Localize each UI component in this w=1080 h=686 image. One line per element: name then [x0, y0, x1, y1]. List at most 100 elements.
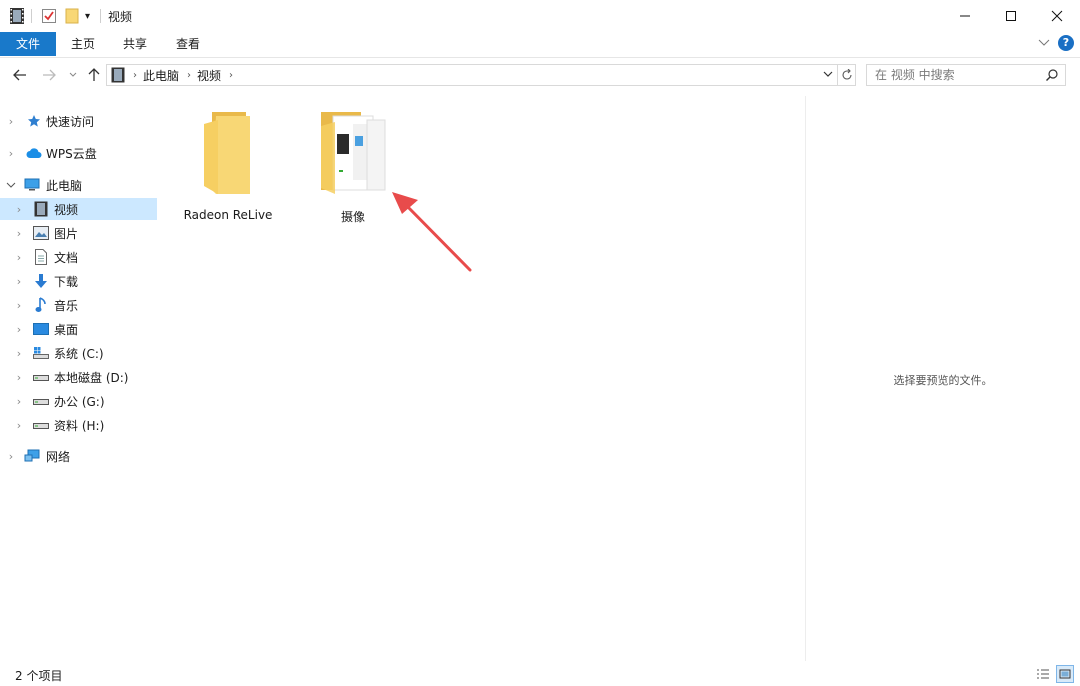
nav-item-label: 本地磁盘 (D:) [54, 370, 129, 385]
new-folder-icon[interactable] [64, 7, 80, 25]
tab-file[interactable]: 文件 [0, 32, 56, 56]
drive-icon [33, 369, 49, 385]
breadcrumb-videos[interactable]: 视频 [197, 67, 221, 84]
folder-item-camera[interactable]: 摄像 [293, 104, 413, 224]
nav-item-label: 系统 (C:) [54, 346, 104, 361]
nav-item-label: 此电脑 [46, 178, 83, 193]
customize-toolbar-chevron-icon[interactable]: ▾ [85, 7, 90, 25]
nav-item-pictures[interactable]: › 图片 [0, 222, 157, 244]
nav-item-label: 视频 [54, 202, 79, 217]
breadcrumb-separator-icon[interactable]: › [187, 70, 191, 81]
expand-chevron-icon[interactable]: › [6, 445, 16, 467]
nav-item-label: WPS云盘 [46, 146, 97, 161]
file-name: 摄像 [340, 210, 365, 224]
window-title: 视频 [108, 10, 133, 24]
refresh-icon [841, 69, 852, 80]
nav-item-drive-h[interactable]: › 资料 (H:) [0, 414, 157, 436]
folder-with-content-icon [317, 110, 389, 197]
expand-chevron-icon[interactable]: › [14, 222, 24, 244]
forward-button[interactable] [40, 66, 58, 84]
nav-item-music[interactable]: › 音乐 [0, 294, 157, 316]
expand-ribbon-chevron-icon[interactable] [1038, 36, 1050, 50]
refresh-button[interactable] [838, 64, 856, 86]
up-button[interactable] [85, 66, 103, 84]
details-view-button[interactable] [1034, 665, 1052, 683]
nav-item-downloads[interactable]: › 下载 [0, 270, 157, 292]
search-input[interactable] [875, 68, 1045, 82]
picture-icon [33, 225, 49, 241]
nav-item-drive-c[interactable]: › 系统 (C:) [0, 342, 157, 364]
expand-chevron-icon[interactable]: › [14, 294, 24, 316]
nav-item-videos[interactable]: › 视频 [0, 198, 157, 220]
music-icon [33, 297, 49, 313]
expand-chevron-icon[interactable]: › [14, 270, 24, 292]
drive-icon [33, 393, 49, 409]
expand-chevron-icon[interactable]: › [14, 198, 24, 220]
expand-chevron-icon[interactable]: › [14, 414, 24, 436]
breadcrumb-this-pc[interactable]: 此电脑 [143, 67, 179, 84]
back-button[interactable] [11, 66, 29, 84]
document-icon [33, 249, 49, 265]
cloud-icon [26, 145, 42, 161]
large-icons-view-button[interactable] [1056, 665, 1074, 683]
status-bar: 2 个项目 [0, 660, 1080, 686]
network-icon [24, 448, 40, 464]
close-button[interactable] [1034, 0, 1080, 32]
navigation-pane: › 快速访问 › WPS云盘 此电脑 › 视频 › 图片 › 文档 › 下载 ›… [0, 100, 157, 660]
breadcrumb-separator-icon[interactable]: › [229, 70, 233, 81]
preview-message: 选择要预览的文件。 [893, 374, 993, 387]
minimize-button[interactable] [942, 0, 988, 32]
video-icon [111, 67, 125, 83]
expand-chevron-icon[interactable]: › [14, 366, 24, 388]
nav-item-drive-g[interactable]: › 办公 (G:) [0, 390, 157, 412]
nav-item-label: 网络 [46, 449, 71, 464]
nav-item-label: 桌面 [54, 322, 79, 337]
address-dropdown-chevron-icon[interactable] [823, 71, 833, 78]
search-icon[interactable] [1045, 68, 1059, 85]
nav-item-desktop[interactable]: › 桌面 [0, 318, 157, 340]
expand-chevron-icon[interactable]: › [14, 342, 24, 364]
item-count: 2 个项目 [15, 669, 63, 683]
expand-chevron-icon[interactable]: › [14, 246, 24, 268]
nav-item-label: 文档 [54, 250, 79, 265]
video-folder-icon [9, 7, 25, 25]
title-bar: ▾ 视频 [0, 0, 1080, 32]
maximize-button[interactable] [988, 0, 1034, 32]
expand-chevron-icon[interactable]: › [14, 318, 24, 340]
nav-item-quick-access[interactable]: › 快速访问 [0, 110, 157, 132]
nav-item-label: 资料 (H:) [54, 418, 105, 433]
expand-chevron-icon[interactable]: › [14, 390, 24, 412]
system-drive-icon [33, 345, 49, 361]
star-icon [26, 113, 42, 129]
tab-share[interactable]: 共享 [112, 32, 158, 56]
title-separator [31, 9, 32, 23]
ribbon-tabs: 文件 主页 共享 查看 ? [0, 32, 1080, 58]
file-name: Radeon ReLive [183, 208, 273, 222]
title-separator [100, 9, 101, 23]
desktop-icon [33, 321, 49, 337]
address-bar[interactable]: › 此电脑 › 视频 › [106, 64, 838, 86]
nav-item-label: 音乐 [54, 298, 79, 313]
large-icons-view-icon [1059, 669, 1071, 679]
help-icon[interactable]: ? [1058, 35, 1074, 51]
tab-home[interactable]: 主页 [60, 32, 106, 56]
recent-locations-chevron-icon[interactable] [64, 66, 82, 84]
search-box[interactable] [866, 64, 1066, 86]
details-view-icon [1037, 669, 1049, 679]
expand-chevron-icon[interactable]: › [6, 142, 16, 164]
properties-icon[interactable] [41, 7, 57, 25]
expand-chevron-icon[interactable]: › [6, 110, 16, 132]
folder-item-radeon-relive[interactable]: Radeon ReLive [168, 104, 288, 224]
tab-view[interactable]: 查看 [165, 32, 211, 56]
file-list: Radeon ReLive 摄像 [158, 96, 804, 656]
nav-item-wps-cloud[interactable]: › WPS云盘 [0, 142, 157, 164]
drive-icon [33, 417, 49, 433]
nav-item-network[interactable]: › 网络 [0, 445, 157, 467]
collapse-chevron-icon[interactable] [6, 174, 16, 196]
nav-item-this-pc[interactable]: 此电脑 [0, 174, 157, 196]
nav-item-drive-d[interactable]: › 本地磁盘 (D:) [0, 366, 157, 388]
nav-item-label: 快速访问 [46, 114, 95, 129]
nav-item-label: 下载 [54, 274, 79, 289]
nav-item-documents[interactable]: › 文档 [0, 246, 157, 268]
breadcrumb-separator-icon: › [133, 69, 137, 81]
